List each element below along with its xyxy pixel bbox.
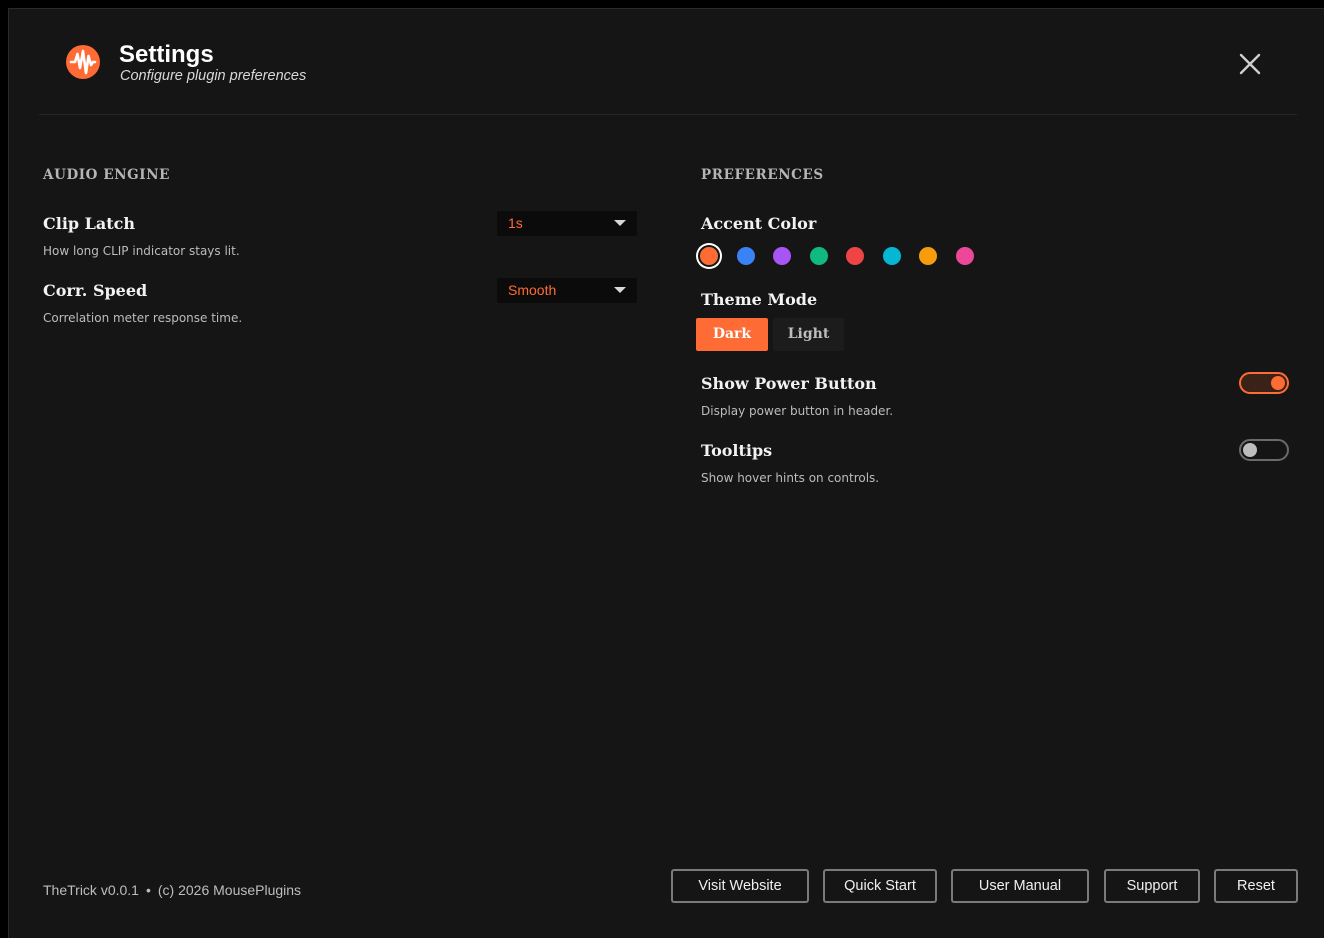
theme-light-button[interactable]: Light	[773, 318, 844, 351]
accent-swatch-8[interactable]	[955, 247, 974, 265]
toggle-knob	[1243, 443, 1257, 457]
support-button[interactable]: Support	[1104, 869, 1200, 903]
accent-swatch-1[interactable]	[700, 247, 718, 265]
show-power-button-title: Show Power Button	[701, 374, 877, 393]
header-divider	[39, 114, 1297, 115]
show-power-button-description: Display power button in header.	[701, 404, 894, 418]
page-title: Settings	[119, 41, 214, 68]
theme-mode-title: Theme Mode	[701, 290, 818, 309]
corr-speed-title: Corr. Speed	[43, 281, 148, 300]
accent-swatch-5[interactable]	[846, 247, 864, 265]
visit-website-button[interactable]: Visit Website	[671, 869, 809, 903]
chevron-down-icon	[614, 220, 626, 226]
section-title-audio-engine: AUDIO ENGINE	[43, 167, 171, 183]
user-manual-button[interactable]: User Manual	[951, 869, 1089, 903]
footer-info: TheTrick v0.0.1 • (c) 2026 MousePlugins	[43, 881, 301, 899]
accent-swatch-4[interactable]	[809, 247, 828, 265]
page-subtitle: Configure plugin preferences	[120, 68, 307, 84]
copyright-text: (c) 2026 MousePlugins	[157, 882, 302, 898]
corr-speed-description: Correlation meter response time.	[43, 311, 243, 325]
close-button[interactable]	[1235, 49, 1265, 79]
tooltips-title: Tooltips	[701, 441, 773, 460]
chevron-down-icon	[614, 287, 626, 293]
accent-color-title: Accent Color	[701, 214, 817, 233]
accent-swatch-6[interactable]	[882, 247, 901, 265]
corr-speed-dropdown[interactable]: Smooth	[497, 278, 637, 303]
accent-swatch-7[interactable]	[919, 247, 937, 265]
quick-start-button[interactable]: Quick Start	[823, 869, 937, 903]
corr-speed-value: Smooth	[508, 282, 557, 298]
accent-swatch-3[interactable]	[773, 247, 791, 265]
accent-swatch-2[interactable]	[736, 247, 755, 265]
waveform-logo-icon	[66, 45, 100, 79]
tooltips-description: Show hover hints on controls.	[701, 471, 880, 485]
clip-latch-title: Clip Latch	[43, 214, 136, 233]
version-text: TheTrick v0.0.1	[43, 882, 139, 898]
section-title-preferences: PREFERENCES	[701, 167, 824, 183]
settings-panel: Settings Configure plugin preferences AU…	[8, 8, 1324, 938]
show-power-button-toggle[interactable]	[1239, 372, 1289, 394]
toggle-knob	[1271, 376, 1285, 390]
footer-separator: •	[145, 882, 151, 898]
tooltips-toggle[interactable]	[1239, 439, 1289, 461]
clip-latch-description: How long CLIP indicator stays lit.	[43, 244, 240, 258]
close-icon	[1239, 53, 1261, 75]
clip-latch-value: 1s	[508, 215, 523, 231]
reset-button[interactable]: Reset	[1214, 869, 1298, 903]
theme-dark-button[interactable]: Dark	[696, 318, 768, 351]
clip-latch-dropdown[interactable]: 1s	[497, 211, 637, 236]
